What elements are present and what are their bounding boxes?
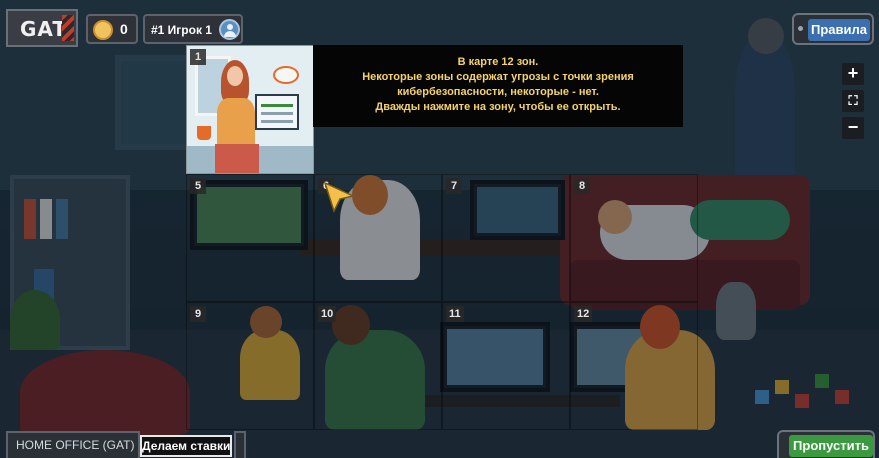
person-skirt	[215, 144, 259, 173]
tooltip-line: кибербезопасности, некоторые - нет.	[397, 86, 599, 98]
zone-number: 5	[190, 178, 206, 194]
fit-screen-button[interactable]: ⛶	[842, 90, 864, 112]
alert-burst	[273, 66, 299, 84]
screen-line	[261, 112, 293, 115]
zone-9[interactable]: 9	[186, 302, 314, 430]
zoom-out-button[interactable]: −	[842, 117, 864, 139]
zone-12[interactable]: 12	[570, 302, 698, 430]
bottom-frame	[234, 431, 246, 458]
zone-5[interactable]: 5	[186, 174, 314, 302]
zone-number: 7	[446, 178, 462, 194]
logo-stripe	[62, 15, 74, 41]
person-face	[227, 66, 243, 86]
task-label: Делаем ставки	[140, 435, 232, 457]
player-name: #1 Игрок 1	[151, 23, 212, 37]
pointer-cursor-icon	[323, 181, 356, 213]
avatar-head	[227, 24, 233, 30]
rules-button[interactable]: Правила	[808, 19, 870, 41]
tooltip-line: Дважды нажмите на зону, чтобы ее открыть…	[375, 101, 621, 113]
tooltip-line: Некоторые зоны содержат угрозы с точки з…	[362, 71, 634, 83]
coin-icon	[93, 20, 113, 40]
tooltip-line: В карте 12 зон.	[457, 56, 539, 68]
zone-number: 10	[318, 306, 337, 322]
zone-number: 12	[574, 306, 593, 322]
coin-count: 0	[120, 21, 128, 37]
avatar-icon	[219, 19, 240, 40]
zone-1-illustration	[187, 46, 313, 173]
zone-7[interactable]: 7	[442, 174, 570, 302]
zone-number: 1	[190, 49, 206, 65]
cup-icon	[197, 126, 211, 140]
frame-dot	[798, 26, 803, 31]
logo-text: GAT	[20, 17, 67, 41]
skip-button-frame: Пропустить	[777, 430, 875, 458]
person-body	[217, 98, 255, 148]
skip-button[interactable]: Пропустить	[789, 435, 873, 457]
avatar-body	[224, 31, 236, 37]
zone-11[interactable]: 11	[442, 302, 570, 430]
zone-number: 11	[446, 306, 464, 322]
game-logo: GAT	[6, 9, 78, 47]
zone-number: 9	[190, 306, 206, 322]
instructions-tooltip: В карте 12 зон. Некоторые зоны содержат …	[313, 45, 683, 127]
coin-counter: 0	[86, 14, 138, 44]
zone-number: 8	[574, 178, 590, 194]
screen-line	[261, 120, 293, 123]
zoom-in-button[interactable]: +	[842, 63, 864, 85]
rules-button-frame: Правила	[792, 13, 874, 45]
zone-8[interactable]: 8	[570, 174, 698, 302]
zone-1[interactable]: 1	[186, 45, 314, 174]
location-label: HOME OFFICE (GAT)	[6, 431, 140, 458]
zone-10[interactable]: 10	[314, 302, 442, 430]
player-badge[interactable]: #1 Игрок 1	[143, 14, 243, 44]
tablet	[255, 94, 299, 130]
screen-line	[261, 104, 293, 107]
